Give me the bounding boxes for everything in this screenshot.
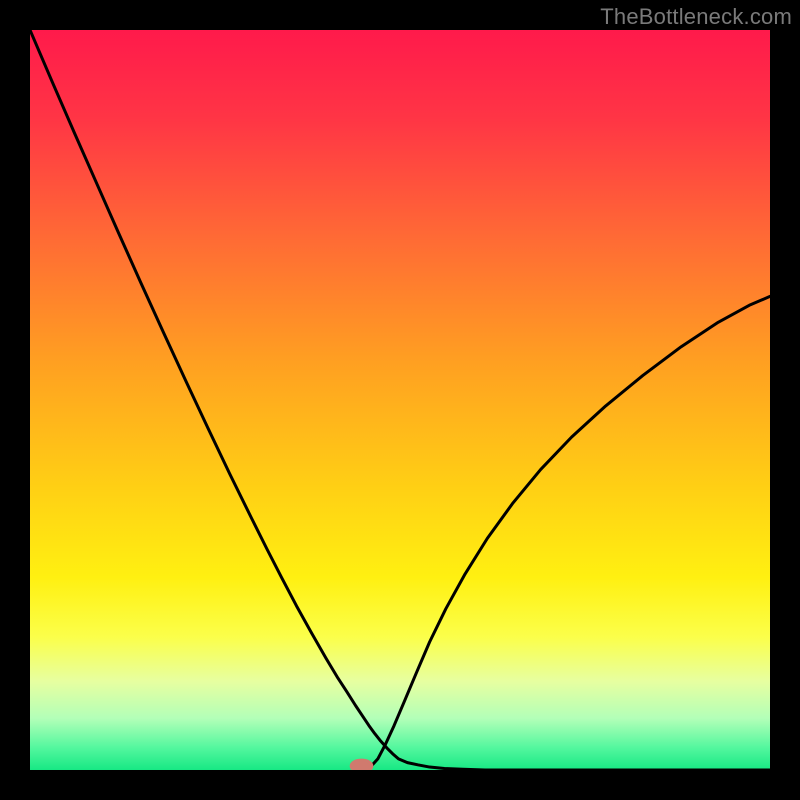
chart-frame: TheBottleneck.com — [0, 0, 800, 800]
watermark-text: TheBottleneck.com — [600, 4, 792, 30]
gradient-background — [30, 30, 770, 770]
chart-svg — [30, 30, 770, 770]
plot-area — [30, 30, 770, 770]
